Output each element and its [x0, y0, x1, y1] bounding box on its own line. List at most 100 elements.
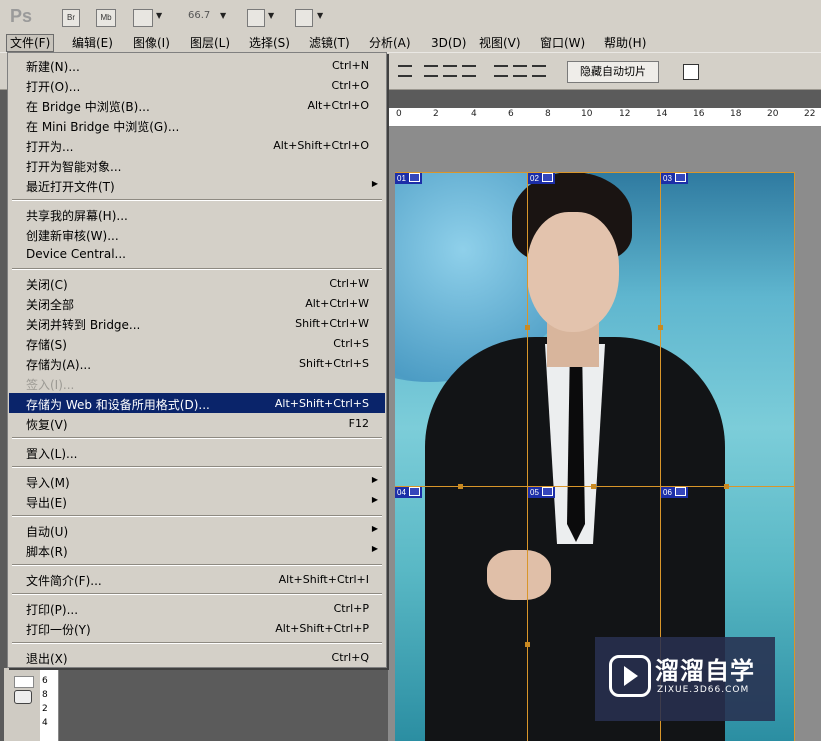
view-extras-icon[interactable] [133, 9, 153, 27]
file-menu-item[interactable]: 在 Bridge 中浏览(B)... Alt+Ctrl+O [9, 95, 385, 115]
slice-handle[interactable] [458, 484, 463, 489]
file-menu-item[interactable]: 恢复(V) F12 [9, 413, 385, 433]
menu-file[interactable]: 文件(F) [6, 34, 55, 52]
ruler-tick-label: 8 [545, 109, 551, 119]
file-menu-item[interactable]: 打开(O)... Ctrl+O [9, 75, 385, 95]
menu-item-shortcut: Ctrl+N [331, 59, 369, 72]
slice-line-vertical[interactable] [794, 172, 795, 741]
slice-icon [408, 173, 420, 182]
menu-item-shortcut: F12 [348, 417, 369, 430]
file-menu-item[interactable]: 打印一份(Y) Alt+Shift+Ctrl+P [9, 618, 385, 638]
file-menu-item[interactable]: 打开为... Alt+Shift+Ctrl+O [9, 135, 385, 155]
file-menu-item[interactable]: 置入(L)... [9, 442, 385, 462]
menu-help[interactable]: 帮助(H) [601, 35, 649, 51]
submenu-arrow-icon: ▶ [371, 524, 378, 533]
file-menu-item[interactable]: Device Central... [9, 244, 385, 264]
file-menu-item[interactable]: 共享我的屏幕(H)... [9, 204, 385, 224]
menu-select[interactable]: 选择(S) [246, 35, 293, 51]
ruler-tick-label: 2 [433, 109, 439, 119]
chevron-down-icon[interactable]: ▼ [317, 11, 323, 20]
file-menu-item[interactable]: 关闭全部 Alt+Ctrl+W [9, 293, 385, 313]
file-menu-item[interactable]: 自动(U) ▶ [9, 520, 385, 540]
menu-item-shortcut: Alt+Shift+Ctrl+O [273, 139, 369, 152]
slice-handle[interactable] [724, 484, 729, 489]
menu-window[interactable]: 窗口(W) [537, 35, 588, 51]
file-menu-item: 签入(I)... [9, 373, 385, 393]
ruler-tick-label: 20 [767, 109, 779, 119]
slice-line-vertical[interactable] [527, 172, 528, 741]
slice-label-05[interactable]: 05 [528, 487, 555, 498]
align-bottom-icon[interactable] [462, 65, 476, 77]
distribute-left-icon[interactable] [494, 65, 508, 77]
menu-separator [12, 564, 382, 566]
menu-item-label: 文件简介(F)... [26, 574, 102, 588]
slice-line-horizontal[interactable] [395, 172, 795, 173]
file-menu-item[interactable]: 创建新审核(W)... [9, 224, 385, 244]
slice-handle[interactable] [525, 642, 530, 647]
submenu-arrow-icon: ▶ [371, 179, 378, 188]
menu-item-label: 共享我的屏幕(H)... [26, 209, 128, 223]
file-menu-item[interactable]: 打印(P)... Ctrl+P [9, 598, 385, 618]
file-menu-item[interactable]: 关闭(C) Ctrl+W [9, 273, 385, 293]
menu-item-shortcut: Alt+Ctrl+W [305, 297, 369, 310]
vertical-ruler: 6 8 2 4 [40, 668, 59, 741]
file-menu-item[interactable]: 文件简介(F)... Alt+Shift+Ctrl+I [9, 569, 385, 589]
ruler-tick-label: 4 [471, 109, 477, 119]
menu-view[interactable]: 视图(V) [476, 35, 524, 51]
file-menu-item[interactable]: 存储(S) Ctrl+S [9, 333, 385, 353]
file-menu-item[interactable]: 导入(M) ▶ [9, 471, 385, 491]
slice-icon [408, 487, 420, 496]
menu-separator [12, 593, 382, 595]
distribute-right-icon[interactable] [532, 65, 546, 77]
slice-label-03[interactable]: 03 [661, 173, 688, 184]
ruler-tick-label: 16 [693, 109, 705, 119]
chevron-down-icon[interactable]: ▼ [268, 11, 274, 20]
menu-separator [12, 268, 382, 270]
file-menu-item[interactable]: 存储为(A)... Shift+Ctrl+S [9, 353, 385, 373]
menu-item-label: 导入(M) [26, 476, 70, 490]
arrange-documents-icon[interactable] [247, 9, 265, 27]
menu-item-label: 打开为... [26, 140, 74, 154]
slice-label-06[interactable]: 06 [661, 487, 688, 498]
zoom-level[interactable]: 66.7 [188, 10, 210, 21]
hand-figure [487, 550, 551, 600]
screen-mode-icon[interactable] [295, 9, 313, 27]
menu-filter[interactable]: 滤镜(T) [306, 35, 353, 51]
file-menu-item[interactable]: 存储为 Web 和设备所用格式(D)... Alt+Shift+Ctrl+S [9, 393, 385, 413]
file-menu-item[interactable]: 关闭并转到 Bridge... Shift+Ctrl+W [9, 313, 385, 333]
chevron-down-icon[interactable]: ▼ [220, 11, 226, 20]
quick-mask-icon[interactable] [14, 690, 32, 704]
file-menu-item[interactable]: 退出(X) Ctrl+Q [9, 647, 385, 667]
menu-layer[interactable]: 图层(L) [187, 35, 233, 51]
file-menu-item[interactable]: 脚本(R) ▶ [9, 540, 385, 560]
distribute-center-icon[interactable] [513, 65, 527, 77]
bridge-button[interactable]: Br [62, 9, 80, 27]
slice-handle[interactable] [591, 484, 596, 489]
menu-image[interactable]: 图像(I) [130, 35, 173, 51]
menu-item-label: 退出(X) [26, 652, 68, 666]
hide-auto-slices-button[interactable]: 隐藏自动切片 [567, 61, 659, 83]
align-vertical-center-icon[interactable] [424, 65, 438, 77]
file-menu-item[interactable]: 导出(E) ▶ [9, 491, 385, 511]
menu-3d[interactable]: 3D(D) [428, 35, 469, 51]
slice-label-01[interactable]: 01 [395, 173, 422, 184]
color-swatch[interactable] [14, 676, 34, 688]
file-menu-item[interactable]: 新建(N)... Ctrl+N [9, 55, 385, 75]
slice-options-icon[interactable] [683, 64, 699, 80]
slice-handle[interactable] [525, 325, 530, 330]
slice-icon [674, 173, 686, 182]
chevron-down-icon[interactable]: ▼ [156, 11, 162, 20]
mini-bridge-button[interactable]: Mb [96, 9, 116, 27]
align-middle-icon[interactable] [443, 65, 457, 77]
slice-label-04[interactable]: 04 [395, 487, 422, 498]
menu-item-label: 打印一份(Y) [26, 623, 91, 637]
file-menu-item[interactable]: 在 Mini Bridge 中浏览(G)... [9, 115, 385, 135]
ruler-tick-label: 12 [619, 109, 631, 119]
menu-analysis[interactable]: 分析(A) [366, 35, 414, 51]
file-menu-item[interactable]: 打开为智能对象... [9, 155, 385, 175]
slice-label-02[interactable]: 02 [528, 173, 555, 184]
align-top-icon[interactable] [398, 65, 412, 77]
slice-handle[interactable] [658, 325, 663, 330]
file-menu-item[interactable]: 最近打开文件(T) ▶ [9, 175, 385, 195]
menu-edit[interactable]: 编辑(E) [69, 35, 116, 51]
